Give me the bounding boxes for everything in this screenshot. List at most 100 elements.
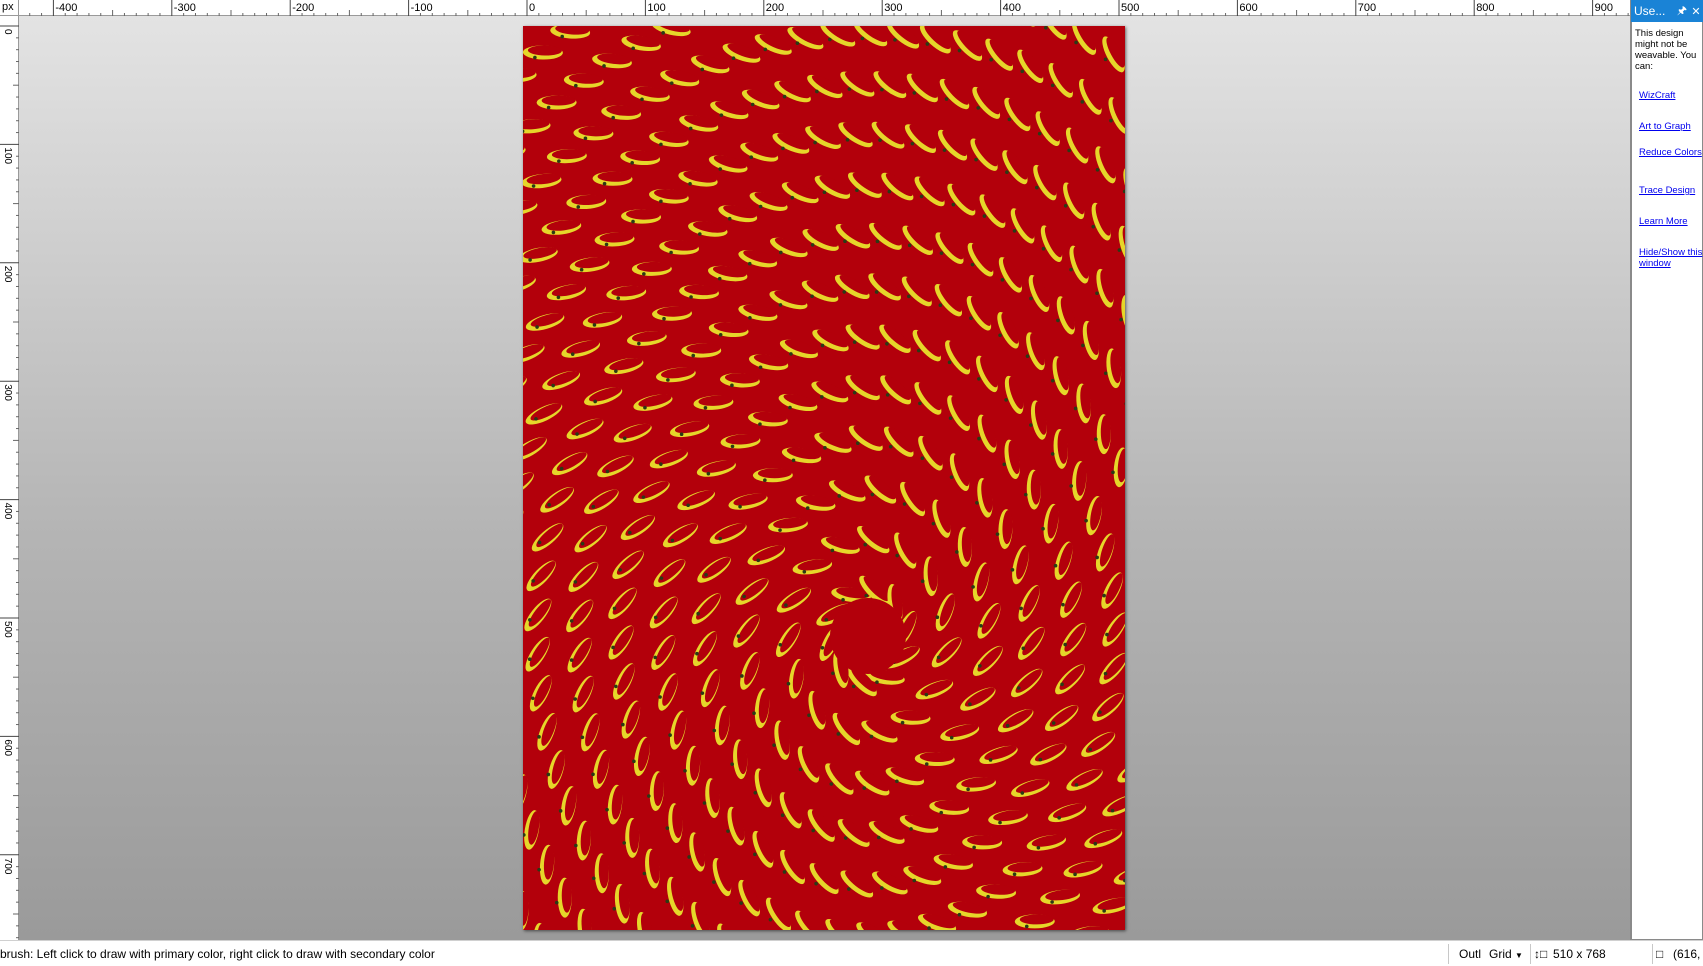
rope-shadow (727, 216, 732, 221)
rope-shadow (876, 835, 881, 840)
rope-shadow (696, 611, 700, 616)
rope-shadow (968, 702, 972, 706)
rope-shadow (919, 194, 924, 199)
rope-shadow (688, 181, 692, 186)
rope-shadow (631, 46, 635, 51)
rope-shadow (1041, 246, 1046, 251)
rope-shadow (1105, 632, 1109, 637)
rope-shadow (1024, 924, 1029, 929)
panel-body: This design might not be weavable. You c… (1631, 22, 1703, 940)
rope-shadow (947, 360, 952, 365)
rope-shadow (944, 97, 949, 101)
rope-shadow (753, 791, 758, 795)
rope-shadow (887, 189, 892, 194)
rope-shadow (778, 303, 783, 307)
rope-shadow (1050, 900, 1054, 904)
rope-shadow (878, 138, 882, 142)
rope-shadow (811, 828, 815, 833)
grid-label: Grid (1489, 947, 1512, 961)
rope-shadow (632, 759, 636, 764)
rope-shadow (1091, 224, 1096, 229)
rope-shadow (988, 758, 993, 762)
rope-shadow (912, 91, 917, 95)
rope-shadow (763, 47, 768, 52)
rope-shadow (1038, 757, 1043, 762)
rope-shadow (683, 768, 687, 773)
rope-shadow (659, 142, 663, 147)
rope-shadow (847, 87, 852, 91)
rope-shadow (1103, 671, 1108, 676)
ruler-label: 700 (1358, 2, 1376, 14)
rope-shadow (1061, 602, 1065, 607)
hide-show-window-link[interactable]: Hide/Show this window (1639, 247, 1703, 269)
rope-shadow (860, 36, 865, 41)
ruler-unit: px (0, 0, 19, 16)
rope-shadow (805, 506, 810, 510)
rope-shadow (574, 843, 578, 848)
workspace[interactable] (19, 16, 1630, 940)
trace-design-link[interactable]: Trace Design (1639, 185, 1703, 196)
wizcraft-link[interactable]: WizCraft (1639, 90, 1703, 101)
rope-shadow (659, 462, 663, 466)
status-separator (1530, 944, 1531, 964)
rope-shadow (813, 140, 817, 145)
rope-shadow (535, 325, 539, 329)
outline-toggle[interactable]: Outl (1459, 947, 1481, 961)
rope-shadow (781, 146, 785, 151)
rope-shadow (704, 573, 708, 577)
rope-shadow (1002, 462, 1007, 467)
rope-shadow (748, 316, 752, 320)
rope-shadow (931, 521, 936, 526)
rope-shadow (1005, 170, 1009, 174)
ruler-label: 200 (2, 266, 13, 283)
rope-shadow (614, 684, 618, 689)
rope-shadow (730, 444, 735, 449)
rope-shadow (612, 606, 617, 611)
rope-shadow (779, 250, 783, 255)
grid-dropdown[interactable]: Grid ▼ (1489, 947, 1523, 961)
reduce-colors-link[interactable]: Reduce Colors (1639, 147, 1703, 158)
rope-shadow (569, 619, 574, 623)
rope-shadow (730, 383, 734, 388)
rope-shadow (537, 540, 542, 545)
rope-shadow (1010, 568, 1015, 572)
rope-shadow (554, 900, 559, 905)
status-hint: brush: Left click to draw with primary c… (0, 947, 435, 961)
art-to-graph-link[interactable]: Art to Graph (1639, 121, 1703, 132)
rope-shadow (591, 504, 596, 509)
rope-shadow (559, 466, 564, 471)
vertical-ruler: 0 100 200 300 400 500 600 700 (0, 16, 19, 940)
rope-shadow (605, 807, 609, 812)
rope-shadow (920, 456, 925, 460)
rope-shadow (880, 87, 884, 92)
rope-shadow (1019, 606, 1023, 611)
ruler-label: 0 (529, 2, 535, 14)
rope-shadow (687, 855, 691, 859)
design-canvas[interactable] (523, 26, 1125, 930)
rope-shadow (1093, 437, 1098, 441)
rope-shadow (972, 845, 976, 850)
rope-shadow (791, 458, 796, 463)
rope-shadow (1060, 682, 1064, 687)
rope-shadow (977, 436, 981, 441)
rope-shadow (753, 852, 757, 857)
close-icon[interactable]: ✕ (1689, 5, 1703, 18)
rope-shadow (661, 31, 665, 35)
rope-shadow (1053, 563, 1058, 568)
rope-shadow (602, 181, 607, 186)
pin-icon[interactable]: 🖈 (1675, 2, 1689, 21)
rope-shadow (697, 232, 702, 236)
rope-shadow (949, 735, 954, 740)
ruler-label: 400 (2, 503, 13, 520)
rope-shadow (1005, 723, 1010, 728)
learn-more-link[interactable]: Learn More (1639, 216, 1703, 227)
rope-shadow (591, 876, 596, 881)
rope-shadow (789, 352, 793, 356)
rope-shadow (829, 782, 834, 786)
rope-shadow (1025, 354, 1030, 358)
rope-shadow (912, 878, 917, 883)
rope-shadow (795, 41, 800, 45)
rope-shadow (612, 906, 617, 911)
image-size-icon: ↕□ (1534, 947, 1548, 961)
rope-shadow (1029, 423, 1033, 427)
